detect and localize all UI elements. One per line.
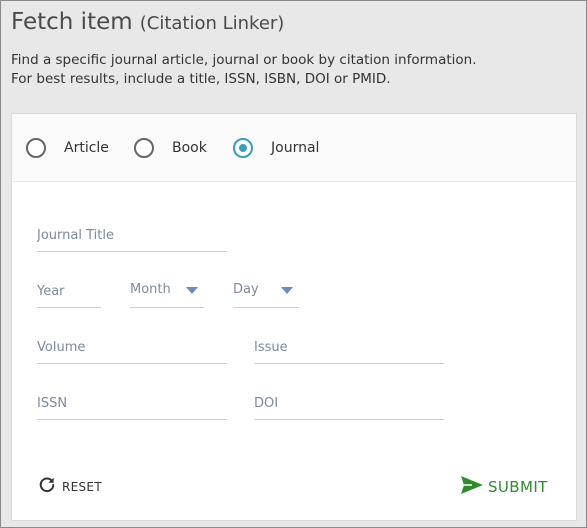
- description-line-1: Find a specific journal article, journal…: [11, 52, 477, 68]
- issn-field[interactable]: [37, 392, 227, 420]
- journal-title-input[interactable]: [37, 226, 227, 252]
- citation-linker-window: Fetch item (Citation Linker) Find a spec…: [0, 0, 587, 528]
- month-chevron-down-icon[interactable]: [186, 287, 198, 294]
- radio-journal-label[interactable]: Journal: [271, 140, 319, 156]
- month-select[interactable]: Month: [130, 282, 204, 308]
- volume-field[interactable]: [37, 336, 227, 364]
- submit-button[interactable]: SUBMIT: [460, 474, 548, 500]
- citation-form-panel: Article Book Journal Month Day: [11, 113, 577, 521]
- issn-input[interactable]: [37, 394, 227, 420]
- year-input[interactable]: [37, 282, 101, 308]
- page-title-main: Fetch item: [11, 9, 133, 35]
- month-select-label[interactable]: Month: [130, 282, 171, 297]
- radio-article-label[interactable]: Article: [64, 140, 109, 156]
- radio-journal[interactable]: Journal: [233, 137, 319, 159]
- radio-book[interactable]: Book: [134, 137, 207, 159]
- day-chevron-down-icon[interactable]: [281, 287, 293, 294]
- submit-label[interactable]: SUBMIT: [488, 478, 548, 496]
- year-field[interactable]: [37, 280, 101, 308]
- day-select[interactable]: Day: [233, 282, 299, 308]
- radio-book-label[interactable]: Book: [172, 140, 207, 156]
- item-type-radio-group: Article Book Journal: [12, 114, 576, 182]
- send-icon[interactable]: [460, 475, 484, 499]
- radio-article[interactable]: Article: [26, 137, 109, 159]
- reset-label[interactable]: RESET: [62, 480, 102, 494]
- reset-button[interactable]: RESET: [38, 476, 102, 498]
- issue-input[interactable]: [254, 338, 444, 364]
- page-title-sub: (Citation Linker): [139, 13, 285, 34]
- page-description: Find a specific journal article, journal…: [11, 51, 477, 89]
- doi-field[interactable]: [254, 392, 444, 420]
- radio-journal-circle[interactable]: [233, 138, 253, 158]
- radio-article-circle[interactable]: [26, 138, 46, 158]
- journal-title-field[interactable]: [37, 224, 227, 252]
- refresh-icon[interactable]: [38, 476, 56, 498]
- description-line-2: For best results, include a title, ISSN,…: [11, 71, 391, 87]
- radio-book-circle[interactable]: [134, 138, 154, 158]
- page-title: Fetch item (Citation Linker): [11, 9, 284, 35]
- volume-input[interactable]: [37, 338, 227, 364]
- day-select-label[interactable]: Day: [233, 282, 259, 297]
- issue-field[interactable]: [254, 336, 444, 364]
- doi-input[interactable]: [254, 394, 444, 420]
